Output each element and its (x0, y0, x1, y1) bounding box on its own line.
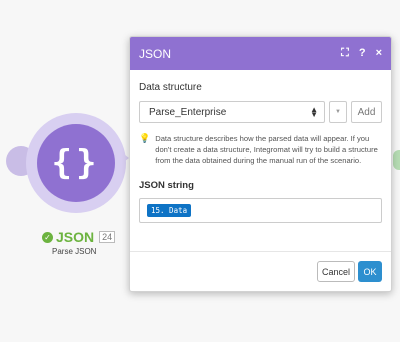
check-icon: ✓ (42, 231, 53, 243)
dialog-header: JSON ⛶ ? × (130, 37, 391, 70)
data-structure-hint: 💡 Data structure describes how the parse… (139, 133, 382, 166)
data-structure-value: Parse_Enterprise (149, 106, 227, 118)
lightbulb-icon: 💡 (139, 133, 151, 143)
expand-icon[interactable]: ⛶ (341, 47, 349, 60)
dialog-footer: Cancel OK (130, 251, 391, 291)
chevron-down-icon: ▼ (335, 109, 341, 115)
module-name: JSON (56, 229, 95, 245)
dialog-title: JSON (139, 46, 172, 61)
dialog-controls: ⛶ ? × (341, 47, 382, 60)
json-string-field[interactable]: 15. Data (139, 198, 382, 223)
data-structure-label: Data structure (139, 82, 202, 93)
ok-button[interactable]: OK (358, 261, 382, 282)
add-structure-button[interactable]: Add (351, 101, 382, 123)
module-connector[interactable] (119, 150, 129, 166)
module-title-row: ✓ JSON 24 (42, 229, 116, 245)
data-structure-select[interactable]: Parse_Enterprise ▲ ▼ (139, 101, 325, 123)
hint-text: Data structure describes how the parsed … (155, 134, 378, 165)
help-icon[interactable]: ? (359, 47, 366, 60)
sort-arrows-icon: ▲ ▼ (310, 105, 318, 119)
close-icon[interactable]: × (376, 47, 382, 60)
dropdown-options-button[interactable]: ▼ (329, 101, 347, 123)
data-structure-row: Parse_Enterprise ▲ ▼ ▼ Add (139, 101, 382, 123)
braces-icon: {} (51, 143, 101, 183)
json-string-label: JSON string (139, 180, 194, 191)
mapped-value-pill[interactable]: 15. Data (147, 204, 192, 217)
json-module[interactable]: {} (37, 124, 115, 202)
next-module-edge (393, 150, 400, 170)
module-id-badge: 24 (99, 231, 116, 243)
module-subtitle: Parse JSON (52, 247, 97, 256)
dialog-body: Data structure Parse_Enterprise ▲ ▼ ▼ Add… (130, 70, 391, 223)
module-settings-dialog: JSON ⛶ ? × Data structure Parse_Enterpri… (129, 36, 392, 292)
cancel-button[interactable]: Cancel (317, 261, 355, 282)
